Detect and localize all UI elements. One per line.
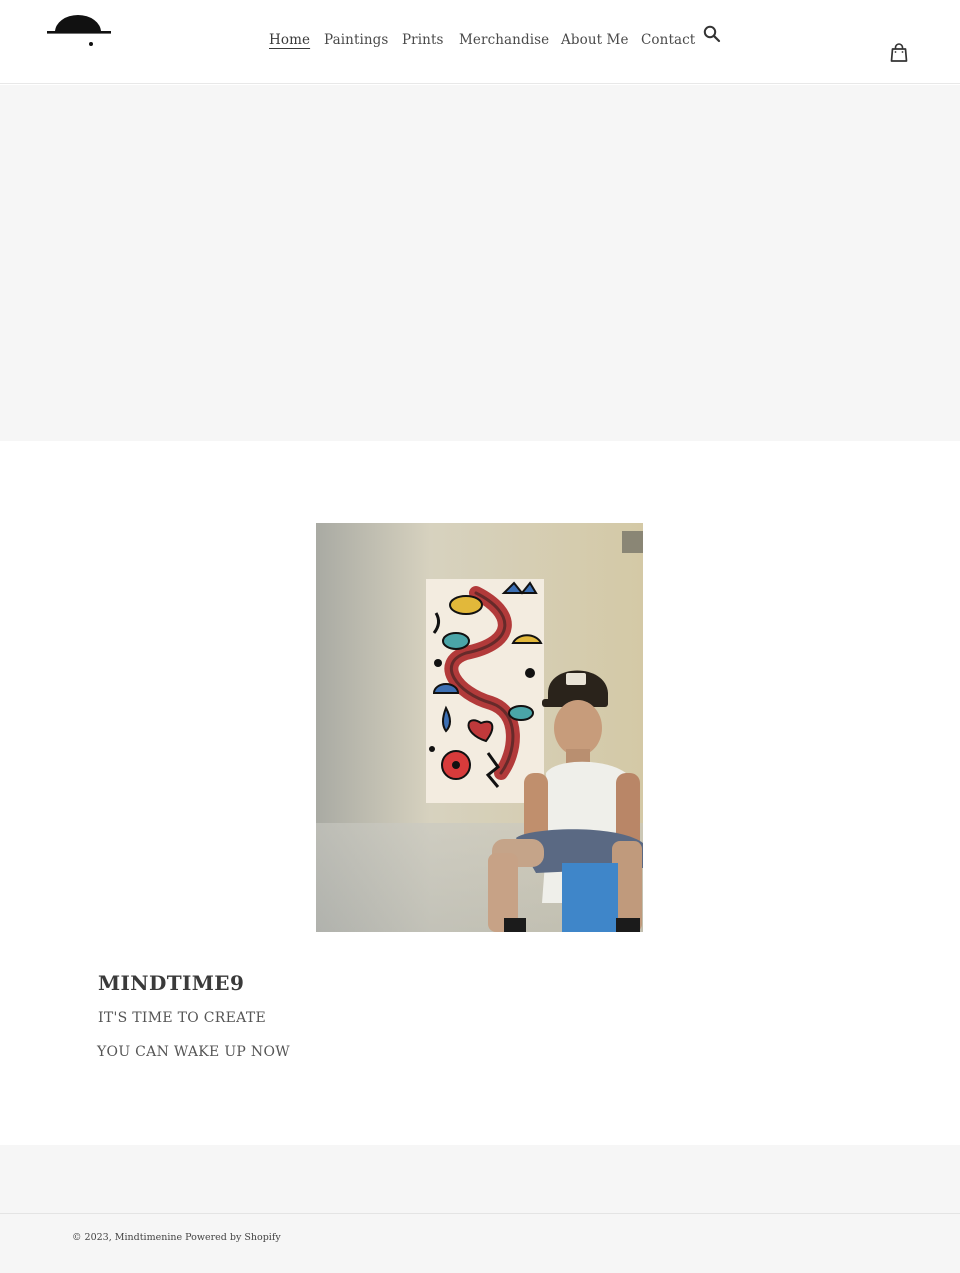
nav-prints-link[interactable]: Prints	[402, 32, 444, 48]
search-icon[interactable]	[702, 24, 722, 44]
artist-with-painting-photo	[316, 523, 643, 932]
nav-about-me-link[interactable]: About Me	[561, 32, 629, 48]
footer-band	[0, 1145, 960, 1213]
site-footer: © 2023, Mindtimenine Powered by Shopify	[0, 1213, 960, 1273]
powered-by-shopify-link[interactable]: Powered by Shopify	[185, 1232, 281, 1243]
nav-paintings-link[interactable]: Paintings	[324, 32, 388, 48]
nav-merchandise-link[interactable]: Merchandise	[459, 32, 549, 48]
footer-copyright: © 2023, Mindtimenine Powered by Shopify	[72, 1232, 281, 1243]
featured-subtagline: YOU CAN WAKE UP NOW	[97, 1044, 290, 1060]
artist-photo-illustration	[316, 523, 643, 932]
hero-banner	[0, 85, 960, 441]
cart-icon[interactable]	[889, 43, 909, 63]
nav-home-link[interactable]: Home	[269, 32, 310, 48]
store-name-link[interactable]: Mindtimenine	[115, 1232, 182, 1243]
site-header: Home Paintings Prints Merchandise About …	[0, 0, 960, 84]
featured-tagline: IT'S TIME TO CREATE	[98, 1010, 266, 1026]
nav-contact-link[interactable]: Contact	[641, 32, 695, 48]
main-nav: Home Paintings Prints Merchandise About …	[0, 32, 960, 52]
featured-title: MINDTIME9	[98, 971, 245, 995]
copyright-year: © 2023,	[72, 1232, 112, 1243]
